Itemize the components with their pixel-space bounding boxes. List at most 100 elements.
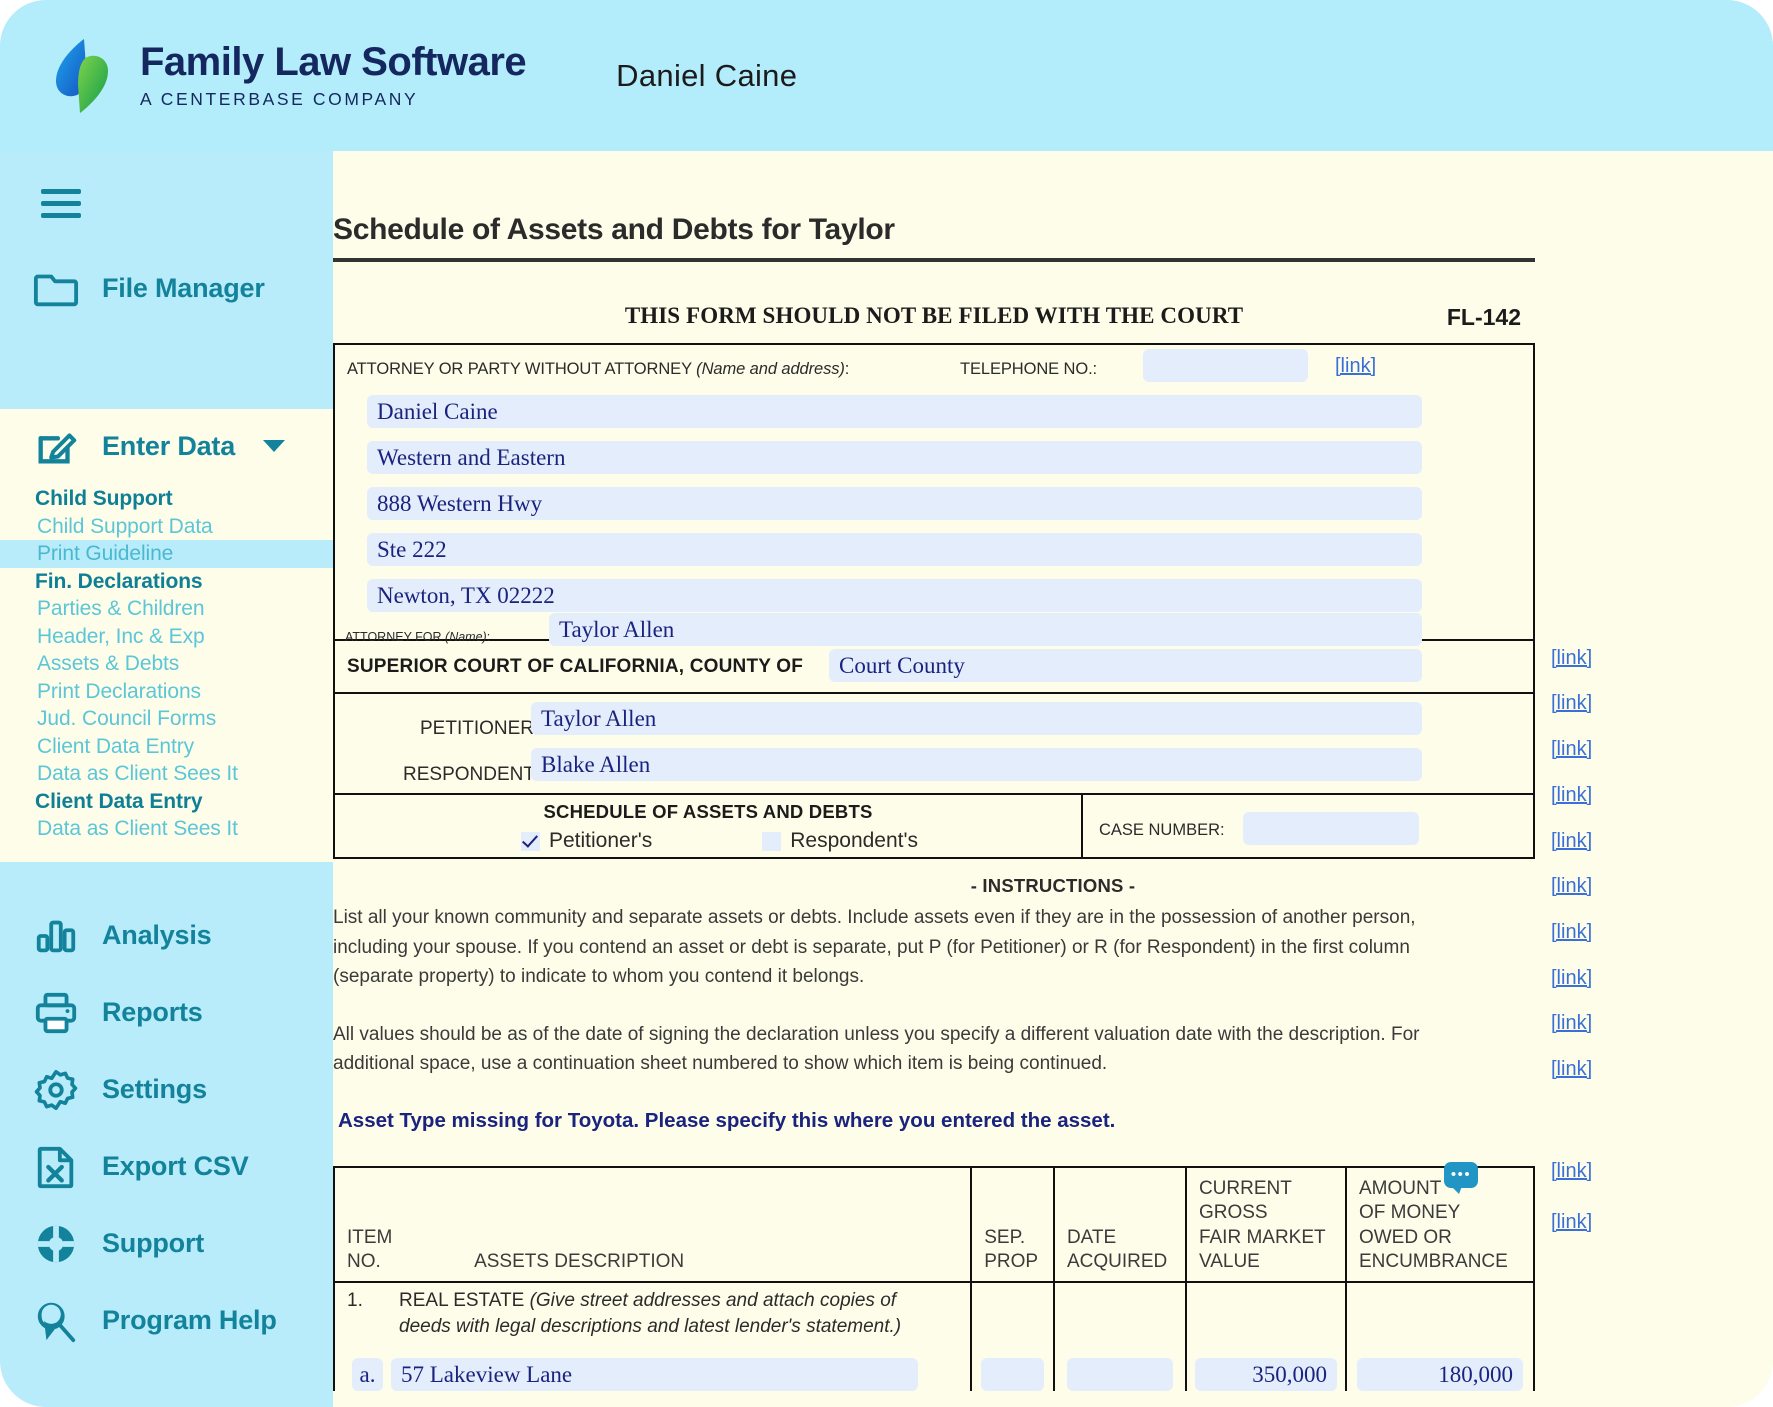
sidebar-item-label: File Manager bbox=[102, 273, 265, 304]
petitioners-checkbox-wrap[interactable]: Petitioner's bbox=[521, 829, 652, 853]
col-header-fair-market-value: CURRENT GROSS FAIR MARKET VALUE bbox=[1186, 1167, 1346, 1282]
sidebar-item-support[interactable]: Support bbox=[0, 1206, 333, 1281]
gear-icon bbox=[33, 1067, 79, 1113]
sidebar-item-print-guideline[interactable]: Print Guideline bbox=[0, 540, 333, 568]
col-encumbrance-label: ENCUMBRANCE bbox=[1359, 1250, 1523, 1275]
sep-prop-input[interactable] bbox=[981, 1358, 1044, 1391]
brand-title: Family Law Software bbox=[140, 42, 526, 82]
petitioners-checkbox[interactable] bbox=[521, 832, 540, 851]
sidebar-item-export-csv[interactable]: Export CSV bbox=[0, 1129, 333, 1204]
col-header-sep-prop: SEP. PROP bbox=[971, 1167, 1054, 1282]
sidebar-item-data-as-client-sees-it-2[interactable]: Data as Client Sees It bbox=[0, 815, 333, 843]
attorney-firm-input[interactable]: Western and Eastern bbox=[367, 441, 1422, 474]
row-link-7[interactable]: [link] bbox=[1551, 921, 1592, 944]
petitioner-label: PETITIONER: bbox=[420, 718, 539, 740]
sidebar-bottom-nav: Analysis Reports Settings bbox=[0, 898, 333, 1360]
telephone-input[interactable] bbox=[1143, 349, 1308, 382]
respondent-input[interactable]: Blake Allen bbox=[531, 748, 1422, 781]
sidebar-item-file-manager[interactable]: File Manager bbox=[0, 251, 333, 325]
sidebar-item-client-data-entry[interactable]: Client Data Entry bbox=[0, 733, 333, 761]
section-note-1: (Give street addresses and attach copies… bbox=[530, 1290, 896, 1311]
sidebar-item-label: Program Help bbox=[102, 1305, 277, 1336]
sidebar-item-label: Analysis bbox=[102, 920, 211, 951]
brand-logo[interactable]: Family Law Software A CENTERBASE COMPANY bbox=[50, 37, 526, 115]
asset-row-link[interactable]: [link] bbox=[1551, 1160, 1592, 1183]
main-content: Schedule of Assets and Debts for Taylor bbox=[333, 151, 1773, 1407]
col-prop-label: PROP bbox=[984, 1250, 1043, 1275]
col-ofmoney-label: OF MONEY bbox=[1359, 1201, 1523, 1226]
attorney-street-input[interactable]: 888 Western Hwy bbox=[367, 487, 1422, 520]
case-number-input[interactable] bbox=[1243, 812, 1419, 845]
col-header-amount-owed: AMOUNT OF MONEY OWED OR ENCUMBRANCE bbox=[1346, 1167, 1534, 1282]
chevron-down-icon[interactable] bbox=[263, 440, 285, 452]
sidebar-item-data-as-client-sees-it[interactable]: Data as Client Sees It bbox=[0, 760, 333, 788]
sidebar-item-program-help[interactable]: Program Help bbox=[0, 1283, 333, 1358]
edit-pencil-icon bbox=[33, 423, 79, 469]
schedule-case-section: SCHEDULE OF ASSETS AND DEBTS Petitioner'… bbox=[335, 795, 1533, 859]
magnifier-icon bbox=[33, 1298, 79, 1344]
court-county-input[interactable]: Court County bbox=[829, 649, 1422, 682]
petitioner-input[interactable]: Taylor Allen bbox=[531, 702, 1422, 735]
attorney-suite-input[interactable]: Ste 222 bbox=[367, 533, 1422, 566]
petitioners-label: Petitioner's bbox=[549, 829, 652, 853]
family-law-software-logo-icon bbox=[50, 37, 116, 115]
col-owedor-label: OWED OR bbox=[1359, 1226, 1523, 1251]
sidebar-group-fin-declarations: Fin. Declarations bbox=[0, 568, 333, 596]
respondents-checkbox[interactable] bbox=[762, 832, 781, 851]
section-note-2: deeds with legal descriptions and latest… bbox=[399, 1316, 901, 1337]
printer-icon bbox=[33, 990, 79, 1036]
row-link-4[interactable]: [link] bbox=[1551, 784, 1592, 807]
sidebar-item-analysis[interactable]: Analysis bbox=[0, 898, 333, 973]
row-link-6[interactable]: [link] bbox=[1551, 875, 1592, 898]
sidebar-item-settings[interactable]: Settings bbox=[0, 1052, 333, 1127]
telephone-link[interactable]: [link] bbox=[1335, 355, 1376, 378]
comment-bubble-icon[interactable]: ••• bbox=[1444, 1162, 1478, 1188]
attorney-name-input[interactable]: Daniel Caine bbox=[367, 395, 1422, 428]
col-amount-label: AMOUNT bbox=[1359, 1177, 1523, 1202]
asset-row-fmv-cell: 350,000 bbox=[1186, 1341, 1346, 1391]
fair-market-value-input[interactable]: 350,000 bbox=[1195, 1358, 1337, 1391]
col-fairmarket-label: FAIR MARKET bbox=[1199, 1226, 1335, 1251]
life-ring-icon bbox=[33, 1221, 79, 1267]
enter-data-sublist: Child Support Child Support Data Print G… bbox=[0, 483, 333, 843]
sidebar-item-label: Export CSV bbox=[102, 1151, 249, 1182]
row-link-8[interactable]: [link] bbox=[1551, 967, 1592, 990]
hamburger-menu-icon[interactable] bbox=[41, 189, 81, 217]
asset-row-link-2[interactable]: [link] bbox=[1551, 1211, 1592, 1234]
sidebar-item-enter-data[interactable]: Enter Data bbox=[0, 409, 333, 483]
sidebar-item-jud-council-forms[interactable]: Jud. Council Forms bbox=[0, 705, 333, 733]
row-link-5[interactable]: [link] bbox=[1551, 830, 1592, 853]
asset-row-date-cell bbox=[1054, 1341, 1186, 1391]
col-header-item-desc: ITEM NO. ASSETS DESCRIPTION bbox=[334, 1167, 971, 1282]
sidebar-item-reports[interactable]: Reports bbox=[0, 975, 333, 1050]
col-sep-label: SEP. bbox=[984, 1226, 1043, 1251]
row-link-3[interactable]: [link] bbox=[1551, 738, 1592, 761]
brand-subtitle: A CENTERBASE COMPANY bbox=[140, 89, 526, 110]
form-number: FL-142 bbox=[1447, 304, 1521, 331]
asset-description-input[interactable]: 57 Lakeview Lane bbox=[391, 1358, 918, 1391]
telephone-label: TELEPHONE NO.: bbox=[960, 360, 1097, 379]
csv-file-icon bbox=[33, 1144, 79, 1190]
sidebar-group-child-support: Child Support bbox=[0, 485, 333, 513]
asset-row-note-button[interactable]: ••• bbox=[1444, 1162, 1478, 1188]
row-link-1[interactable]: [link] bbox=[1551, 647, 1592, 670]
parties-section: PETITIONER: Taylor Allen RESPONDENT: Bla… bbox=[335, 694, 1533, 795]
date-acquired-input[interactable] bbox=[1067, 1358, 1173, 1391]
col-gross-label: GROSS bbox=[1199, 1201, 1335, 1226]
sidebar-item-header-inc-exp[interactable]: Header, Inc & Exp bbox=[0, 623, 333, 651]
col-desc-label: ASSETS DESCRIPTION bbox=[474, 1251, 684, 1272]
respondents-checkbox-wrap[interactable]: Respondent's bbox=[762, 829, 918, 853]
row-link-9[interactable]: [link] bbox=[1551, 1012, 1592, 1035]
row-link-2[interactable]: [link] bbox=[1551, 692, 1592, 715]
form-banner: THIS FORM SHOULD NOT BE FILED WITH THE C… bbox=[333, 303, 1535, 337]
court-section: SUPERIOR COURT OF CALIFORNIA, COUNTY OF … bbox=[335, 641, 1533, 694]
amount-owed-input[interactable]: 180,000 bbox=[1357, 1358, 1523, 1391]
sidebar-item-parties-children[interactable]: Parties & Children bbox=[0, 595, 333, 623]
sidebar-item-print-declarations[interactable]: Print Declarations bbox=[0, 678, 333, 706]
sidebar-item-assets-debts[interactable]: Assets & Debts bbox=[0, 650, 333, 678]
attorney-citystatezip-input[interactable]: Newton, TX 02222 bbox=[367, 579, 1422, 612]
sidebar-item-child-support-data[interactable]: Child Support Data bbox=[0, 513, 333, 541]
instructions-paragraph-1: List all your known community and separa… bbox=[333, 903, 1493, 992]
row-link-10[interactable]: [link] bbox=[1551, 1058, 1592, 1081]
case-number-label: CASE NUMBER: bbox=[1099, 821, 1225, 840]
